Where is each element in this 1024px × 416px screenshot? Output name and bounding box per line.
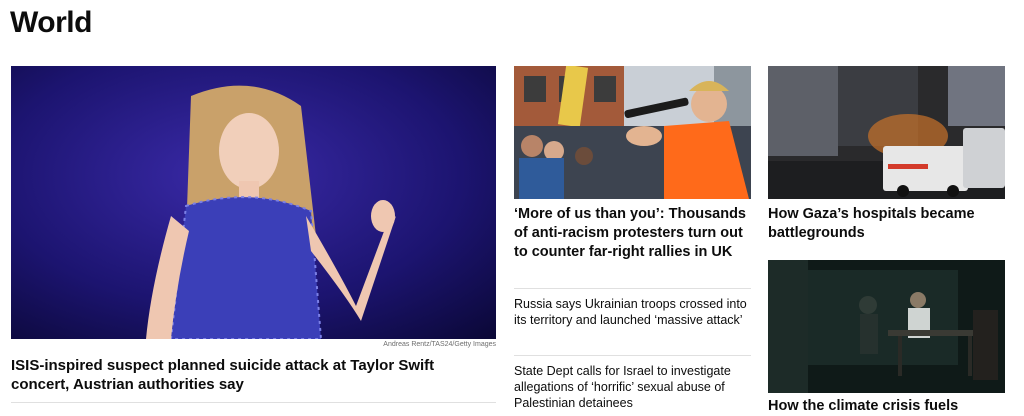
divider xyxy=(514,355,751,356)
lead-story-image[interactable] xyxy=(11,66,496,339)
protest-story-headline[interactable]: ‘More of us than you’: Thousands of anti… xyxy=(514,205,749,262)
ukraine-story-headline[interactable]: Russia says Ukrainian troops crossed int… xyxy=(514,296,751,328)
divider xyxy=(11,402,496,403)
photo-credit: Andreas Rentz/TAS24/Getty Images xyxy=(383,341,496,348)
page-title: World xyxy=(10,6,92,39)
gaza-story-image[interactable] xyxy=(768,66,1005,199)
lead-story-headline[interactable]: ISIS-inspired suspect planned suicide at… xyxy=(11,356,481,394)
protest-story-image[interactable] xyxy=(514,66,751,199)
divider xyxy=(514,288,751,289)
gaza-story-headline[interactable]: How Gaza’s hospitals became battleground… xyxy=(768,205,1005,243)
climate-story-image[interactable] xyxy=(768,260,1005,393)
climate-story-headline[interactable]: How the climate crisis fuels xyxy=(768,397,1005,416)
